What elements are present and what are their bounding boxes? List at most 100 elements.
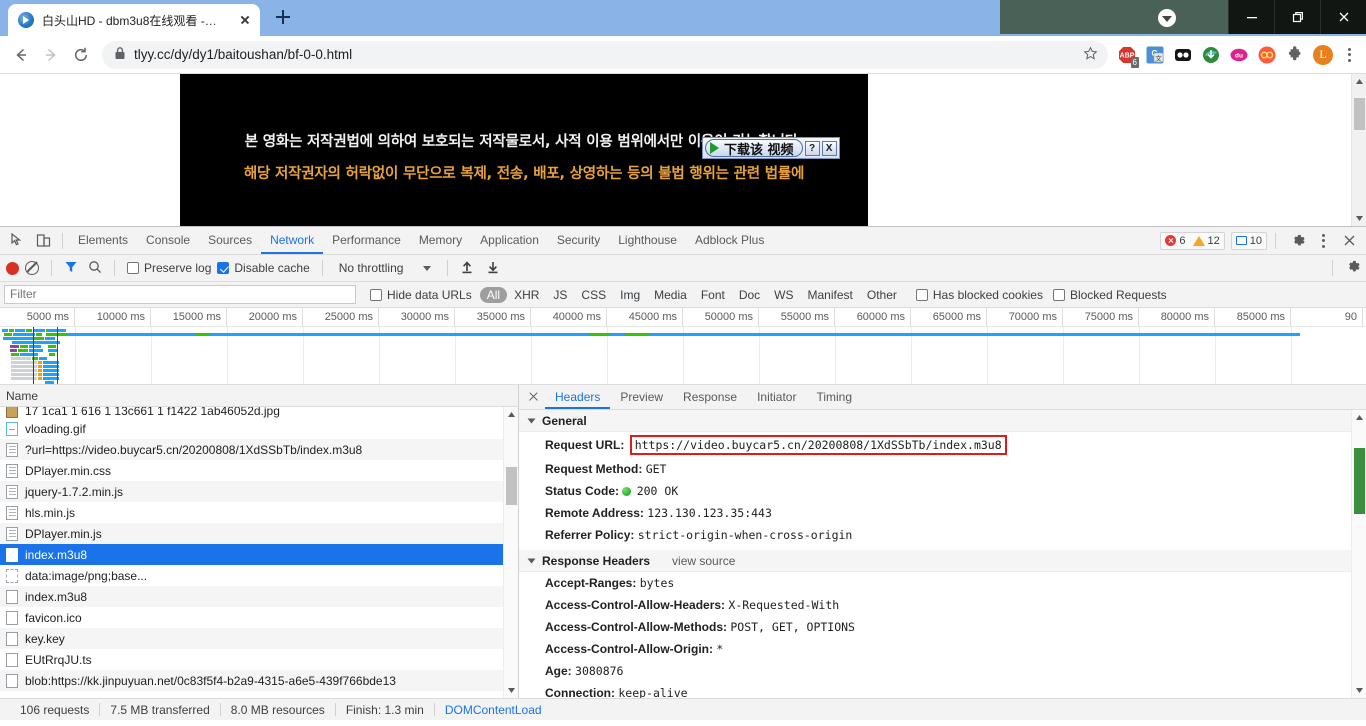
baidu-extension-icon[interactable]: du (1226, 42, 1252, 68)
close-icon[interactable] (1320, 0, 1366, 34)
request-details-scrollbar[interactable] (1351, 410, 1366, 698)
import-har-icon[interactable] (460, 260, 474, 277)
throttling-dropdown[interactable]: No throttling (335, 261, 436, 275)
table-row[interactable]: blob:https://kk.jinpuyuan.net/0c83f5f4-b… (0, 670, 518, 691)
general-section-header[interactable]: General (519, 410, 1366, 432)
close-icon[interactable] (521, 385, 545, 409)
type-filter-other[interactable]: Other (860, 287, 904, 303)
address-bar[interactable]: tlyy.cc/dy/dy1/baitoushan/bf-0-0.html (102, 41, 1108, 69)
reload-icon[interactable] (66, 40, 96, 70)
scroll-up-arrow-icon[interactable] (504, 407, 519, 422)
table-row[interactable]: key.key (0, 628, 518, 649)
inspect-element-icon[interactable] (4, 228, 30, 254)
response-headers-section-header[interactable]: Response Headers view source (519, 550, 1366, 572)
avatar[interactable]: L (1310, 42, 1336, 68)
type-filter-media[interactable]: Media (647, 287, 694, 303)
type-filter-xhr[interactable]: XHR (507, 287, 546, 303)
tab-initiator[interactable]: Initiator (747, 385, 806, 409)
scroll-down-arrow-icon[interactable] (504, 683, 519, 698)
close-icon[interactable] (1336, 228, 1362, 254)
tab-application[interactable]: Application (471, 227, 548, 254)
type-filter-doc[interactable]: Doc (732, 287, 767, 303)
scroll-down-arrow-icon[interactable] (1352, 683, 1366, 698)
view-source-link[interactable]: view source (672, 554, 735, 568)
extensions-puzzle-icon[interactable] (1282, 42, 1308, 68)
tab-timing[interactable]: Timing (806, 385, 862, 409)
search-icon[interactable] (88, 260, 102, 277)
type-filter-ws[interactable]: WS (767, 287, 800, 303)
table-row[interactable]: index.m3u8 (0, 544, 518, 565)
table-row[interactable]: 17 1ca1 1 616 1 13c661 1 f1422 1ab46052d… (0, 407, 518, 418)
gear-icon[interactable] (1345, 259, 1360, 277)
table-row[interactable]: favicon.ico (0, 607, 518, 628)
gear-icon[interactable] (1284, 228, 1310, 254)
export-har-icon[interactable] (486, 260, 500, 277)
table-row[interactable]: index.m3u8 (0, 586, 518, 607)
back-arrow-icon[interactable] (6, 40, 36, 70)
scroll-down-arrow-icon[interactable] (1352, 211, 1366, 226)
issue-counters[interactable]: 6 12 (1160, 232, 1224, 250)
table-row[interactable]: vloading.gif (0, 418, 518, 439)
filter-input[interactable] (4, 285, 356, 304)
type-filter-img[interactable]: Img (613, 287, 647, 303)
filter-funnel-icon[interactable] (64, 260, 78, 277)
type-filter-font[interactable]: Font (694, 287, 732, 303)
type-filter-css[interactable]: CSS (574, 287, 613, 303)
chevron-down-icon[interactable] (1158, 9, 1176, 27)
type-filter-manifest[interactable]: Manifest (801, 287, 860, 303)
minimize-icon[interactable] (1228, 0, 1274, 34)
tab-elements[interactable]: Elements (69, 227, 137, 254)
device-toolbar-icon[interactable] (30, 228, 56, 254)
network-overview[interactable]: 5000 ms 10000 ms 15000 ms 20000 ms 25000… (0, 308, 1366, 385)
scrollbar-thumb[interactable] (506, 467, 517, 505)
forward-arrow-icon[interactable] (36, 40, 66, 70)
scroll-up-arrow-icon[interactable] (1352, 74, 1366, 89)
request-list-column-header[interactable]: Name (0, 385, 518, 407)
table-row[interactable]: data:image/png;base... (0, 565, 518, 586)
close-icon[interactable]: X (822, 141, 837, 156)
tab-preview[interactable]: Preview (610, 385, 673, 409)
type-filter-all[interactable]: All (480, 287, 507, 303)
message-counter[interactable]: 10 (1231, 232, 1267, 250)
table-row[interactable]: ?url=https://video.buycar5.cn/20200808/1… (0, 439, 518, 460)
tab-console[interactable]: Console (137, 227, 199, 254)
disable-cache-checkbox[interactable]: Disable cache (217, 261, 309, 275)
adblock-plus-icon[interactable]: ABP 6 (1114, 42, 1140, 68)
table-row[interactable]: EUtRrqJU.ts (0, 649, 518, 670)
dark-reader-icon[interactable] (1170, 42, 1196, 68)
infinity-newtab-icon[interactable] (1254, 42, 1280, 68)
table-row[interactable]: DPlayer.min.js (0, 523, 518, 544)
tab-response[interactable]: Response (673, 385, 747, 409)
blocked-requests-checkbox[interactable]: Blocked Requests (1053, 288, 1167, 302)
star-icon[interactable] (1075, 46, 1098, 64)
kebab-menu-icon[interactable] (1338, 42, 1360, 68)
browser-tab[interactable]: 白头山HD - dbm3u8在线观看 -… (8, 4, 260, 36)
tab-security[interactable]: Security (548, 227, 609, 254)
request-url-value[interactable]: https://video.buycar5.cn/20200808/1XdSSb… (630, 435, 1007, 455)
tab-headers[interactable]: Headers (545, 385, 610, 409)
table-row[interactable]: jquery-1.7.2.min.js (0, 481, 518, 502)
tab-lighthouse[interactable]: Lighthouse (609, 227, 686, 254)
has-blocked-cookies-checkbox[interactable]: Has blocked cookies (916, 288, 1043, 302)
close-icon[interactable] (236, 11, 254, 29)
type-filter-js[interactable]: JS (546, 287, 574, 303)
help-icon[interactable]: ? (805, 141, 820, 156)
tab-network[interactable]: Network (261, 227, 323, 254)
request-list-scrollbar[interactable] (503, 407, 518, 698)
clear-icon[interactable] (25, 261, 39, 275)
download-video-button[interactable]: 下载该 视频 (705, 139, 803, 157)
tab-sources[interactable]: Sources (199, 227, 261, 254)
google-translate-icon[interactable]: G 文 (1142, 42, 1168, 68)
internet-download-manager-icon[interactable] (1198, 42, 1224, 68)
table-row[interactable]: hls.min.js (0, 502, 518, 523)
tab-adblock-plus[interactable]: Adblock Plus (686, 227, 773, 254)
tab-performance[interactable]: Performance (323, 227, 410, 254)
hide-data-urls-checkbox[interactable]: Hide data URLs (370, 288, 472, 302)
page-scrollbar[interactable] (1351, 74, 1366, 226)
request-list[interactable]: 17 1ca1 1 616 1 13c661 1 f1422 1ab46052d… (0, 407, 518, 698)
scrollbar-thumb[interactable] (1354, 98, 1365, 130)
maximize-icon[interactable] (1274, 0, 1320, 34)
scrollbar-thumb[interactable] (1354, 448, 1365, 514)
table-row[interactable]: DPlayer.min.css (0, 460, 518, 481)
new-tab-button[interactable] (270, 4, 296, 30)
